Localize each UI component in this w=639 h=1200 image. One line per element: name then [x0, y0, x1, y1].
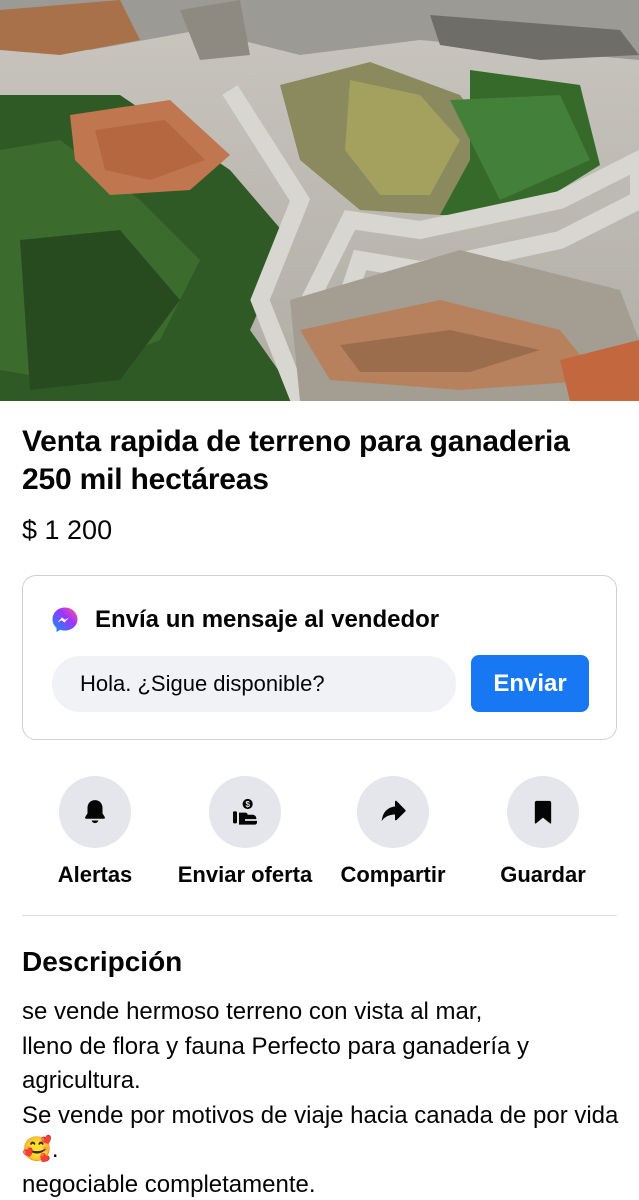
svg-text:$: $ [245, 800, 250, 809]
bookmark-icon [534, 800, 552, 824]
listing-price: $ 1 200 [22, 515, 113, 545]
message-seller-heading: Envía un mensaje al vendedor [95, 606, 440, 633]
listing-title: Venta rapida de terreno para ganaderia 2… [22, 425, 570, 496]
listing-photo[interactable] [0, 0, 639, 401]
description-text: se vende hermoso terreno con vista al ma… [22, 998, 619, 1198]
bell-icon [85, 800, 105, 824]
section-divider [22, 915, 617, 916]
save-label: Guardar [500, 862, 586, 887]
share-button[interactable] [357, 776, 429, 848]
share-icon [381, 800, 406, 822]
message-input[interactable] [52, 656, 456, 712]
send-offer-action[interactable]: $ Enviar oferta [170, 776, 320, 888]
message-seller-card: Envía un mensaje al vendedor Enviar [22, 575, 617, 740]
alerts-label: Alertas [57, 862, 133, 887]
alerts-button[interactable] [59, 776, 131, 848]
message-seller-heading-row: Envía un mensaje al vendedor [51, 604, 439, 636]
alerts-action[interactable]: Alertas [20, 776, 170, 888]
save-button[interactable] [507, 776, 579, 848]
action-bar: Alertas $ Enviar oferta Compartir Guarda… [0, 776, 639, 891]
save-action[interactable]: Guardar [468, 776, 618, 888]
send-button[interactable]: Enviar [471, 655, 589, 712]
messenger-icon [52, 607, 78, 632]
offer-icon: $ [233, 798, 257, 825]
send-offer-button[interactable]: $ [209, 776, 281, 848]
description-heading: Descripción [22, 946, 183, 977]
share-action[interactable]: Compartir [318, 776, 468, 888]
share-label: Compartir [340, 862, 446, 887]
send-offer-label: Enviar oferta [177, 862, 313, 887]
